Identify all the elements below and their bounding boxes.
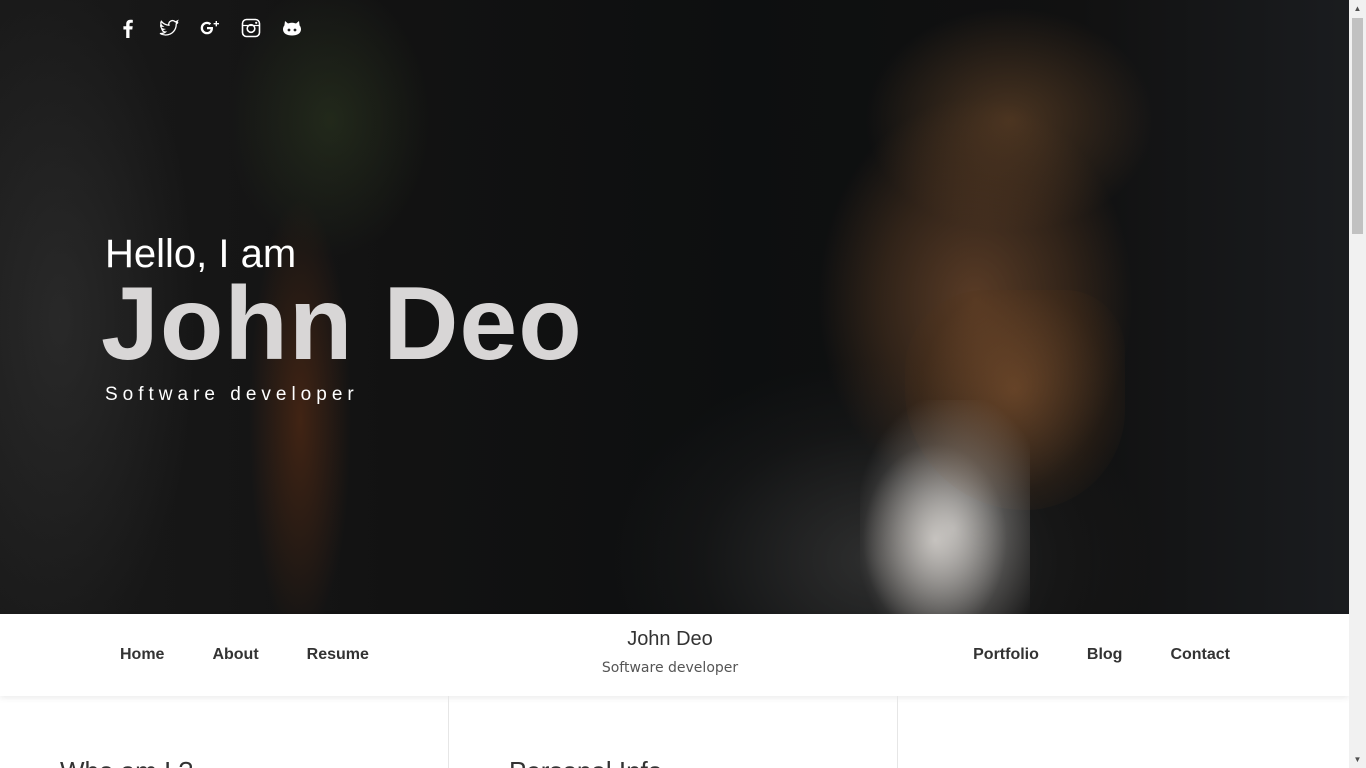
- github-icon[interactable]: [282, 16, 302, 40]
- nav-portfolio[interactable]: Portfolio: [973, 646, 1039, 664]
- personal-info-column: Personal Info: [449, 696, 898, 768]
- brand-role: Software developer: [601, 660, 739, 676]
- scroll-up-arrow-icon[interactable]: ▲: [1349, 0, 1366, 17]
- nav-blog[interactable]: Blog: [1087, 646, 1123, 664]
- nav-right-group: Portfolio Blog Contact: [973, 614, 1230, 696]
- hero-section: Hello, I am John Deo Software developer: [0, 0, 1349, 614]
- google-plus-icon[interactable]: [200, 16, 220, 40]
- who-am-i-column: Who am I ?: [0, 696, 449, 768]
- nav-about[interactable]: About: [212, 646, 258, 664]
- instagram-icon[interactable]: [241, 16, 261, 40]
- hero-name: John Deo: [101, 266, 583, 382]
- scrollbar-thumb[interactable]: [1352, 18, 1363, 234]
- personal-info-title: Personal Info: [509, 756, 662, 768]
- twitter-icon[interactable]: [159, 16, 179, 40]
- brand-name: John Deo: [627, 628, 713, 650]
- nav-home[interactable]: Home: [120, 646, 164, 664]
- about-section: Who am I ? Personal Info: [0, 696, 1349, 768]
- hero-photo-detail: [860, 400, 1030, 614]
- who-am-i-title: Who am I ?: [60, 756, 193, 768]
- nav-contact[interactable]: Contact: [1170, 646, 1230, 664]
- scroll-down-arrow-icon[interactable]: ▼: [1349, 751, 1366, 768]
- facebook-icon[interactable]: [118, 16, 138, 40]
- nav-left-group: Home About Resume: [120, 614, 369, 696]
- nav-brand[interactable]: John Deo Software developer: [520, 628, 820, 676]
- hero-role: Software developer: [105, 384, 359, 405]
- social-links: [118, 16, 302, 40]
- page-scrollbar[interactable]: ▲ ▼: [1349, 0, 1366, 768]
- nav-resume[interactable]: Resume: [307, 646, 369, 664]
- third-column: [898, 696, 1349, 768]
- main-navbar: Home About Resume John Deo Software deve…: [0, 614, 1349, 696]
